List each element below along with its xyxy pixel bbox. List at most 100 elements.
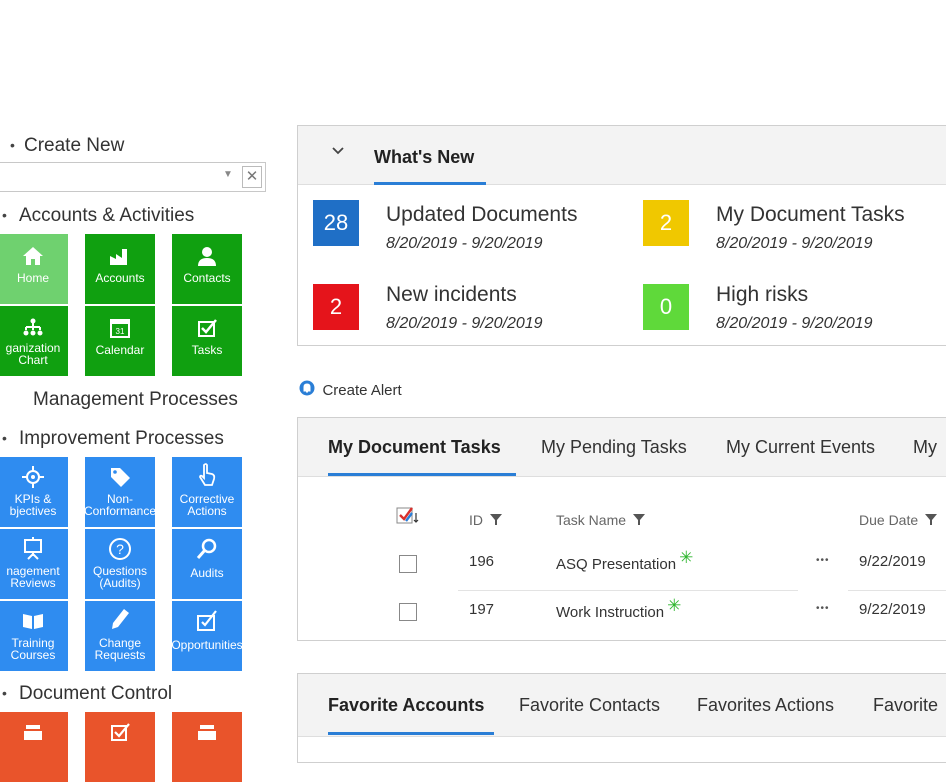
row-divider [458,590,798,591]
column-task-name[interactable]: Task Name [556,512,646,529]
document-control-header[interactable]: • Document Control [2,683,172,705]
clear-button[interactable]: ✕ [242,166,262,188]
alert-bell-icon [299,380,315,401]
tile-corrective-actions[interactable]: Corrective Actions [172,457,242,527]
tab-favorite-more[interactable]: Favorite [873,695,938,716]
tile-accounts[interactable]: Accounts [85,234,155,304]
tile-label: ganization Chart [5,341,61,367]
updated-documents-label[interactable]: Updated Documents [386,203,577,227]
filter-icon[interactable] [489,513,503,529]
create-new-combobox[interactable]: ▼ ✕ [0,162,266,192]
tile-label: Questions (Audits) [92,564,148,590]
section-label: Accounts & Activities [19,205,195,226]
new-incidents-count[interactable]: 2 [313,284,359,330]
tile-organization-chart[interactable]: ganization Chart [0,306,68,376]
easel-icon [0,535,68,563]
create-new-input[interactable] [3,167,217,189]
task-due-date: 9/22/2019 [859,553,926,570]
tab-my-document-tasks[interactable]: My Document Tasks [328,437,501,458]
dropdown-arrow-icon[interactable]: ▼ [223,169,233,180]
create-new-label: Create New [24,135,125,156]
printer-icon [172,718,242,746]
management-processes-header[interactable]: Management Processes [33,389,238,411]
tile-label: KPIs & bjectives [9,492,57,518]
checkbox-icon [172,314,242,342]
create-new-header[interactable]: • Create New [10,135,125,157]
high-risks-count[interactable]: 0 [643,284,689,330]
checklist-icon [172,607,242,635]
tasks-tabs: My Document Tasks My Pending Tasks My Cu… [298,418,946,477]
tab-my-current-events[interactable]: My Current Events [726,437,875,458]
target-icon [0,463,68,491]
tab-favorite-accounts[interactable]: Favorite Accounts [328,695,484,716]
high-risks-label[interactable]: High risks [716,283,808,307]
tasks-panel: My Document Tasks My Pending Tasks My Cu… [297,417,946,641]
tile-label: Opportunities [172,638,242,652]
improvement-processes-header[interactable]: • Improvement Processes [2,428,224,450]
tab-favorite-contacts[interactable]: Favorite Contacts [519,695,660,716]
tile-opportunities[interactable]: Opportunities [172,601,242,671]
tile-label: Training Courses [10,636,56,662]
tile-label: Audits [190,566,224,580]
tile-training-courses[interactable]: Training Courses [0,601,68,671]
row-checkbox[interactable] [399,555,417,573]
my-document-tasks-count[interactable]: 2 [643,200,689,246]
more-options-button[interactable]: ••• [816,603,830,614]
tile-document-2[interactable] [85,712,155,782]
create-alert-label: Create Alert [322,382,402,399]
column-id[interactable]: ID [469,512,503,529]
accounts-activities-header[interactable]: • Accounts & Activities [2,205,195,227]
tile-management-reviews[interactable]: nagement Reviews [0,529,68,599]
collapse-chevron-icon[interactable] [332,140,344,161]
tab-my-pending-tasks[interactable]: My Pending Tasks [541,437,687,458]
task-name-link[interactable]: Work Instruction ✳ [556,596,681,622]
filter-icon[interactable] [632,513,646,529]
more-options-button[interactable]: ••• [816,555,830,566]
tile-label: Accounts [95,271,145,285]
task-id: 196 [469,553,495,570]
updated-documents-dates: 8/20/2019 - 9/20/2019 [386,235,543,252]
question-circle-icon: ? [85,535,155,563]
new-incidents-label[interactable]: New incidents [386,283,517,307]
tag-icon [85,463,155,491]
tile-tasks[interactable]: Tasks [172,306,242,376]
tile-label: Change Requests [94,636,146,662]
printer-icon [0,718,68,746]
filter-icon[interactable] [924,513,938,529]
select-all-icon[interactable] [396,505,422,532]
svg-text:?: ? [116,541,124,557]
task-due-date: 9/22/2019 [859,601,926,618]
tab-favorites-actions[interactable]: Favorites Actions [697,695,834,716]
updated-documents-count[interactable]: 28 [313,200,359,246]
create-alert-link[interactable]: Create Alert [299,380,402,401]
tile-document-3[interactable] [172,712,242,782]
tile-contacts[interactable]: Contacts [172,234,242,304]
new-incidents-dates: 8/20/2019 - 9/20/2019 [386,315,543,332]
task-name-link[interactable]: ASQ Presentation ✳ [556,548,693,574]
high-risks-dates: 8/20/2019 - 9/20/2019 [716,315,873,332]
my-document-tasks-label[interactable]: My Document Tasks [716,203,905,227]
tile-calendar[interactable]: 31 Calendar [85,306,155,376]
column-due-date[interactable]: Due Date [859,512,938,529]
tile-label: Non- Conformance [85,492,155,518]
tile-kpis-objectives[interactable]: KPIs & bjectives [0,457,68,527]
tab-underline [328,473,516,476]
tile-audits[interactable]: Audits [172,529,242,599]
home-icon [0,242,68,270]
tab-my-more[interactable]: My [913,437,937,458]
tile-questions-audits[interactable]: ? Questions (Audits) [85,529,155,599]
tile-label: Contacts [183,271,231,285]
pencil-icon [85,605,155,633]
tile-non-conformance[interactable]: Non- Conformance [85,457,155,527]
section-label: Management Processes [33,389,238,410]
calendar-icon: 31 [85,314,155,342]
checkbox-icon [85,718,155,746]
tile-change-requests[interactable]: Change Requests [85,601,155,671]
row-checkbox[interactable] [399,603,417,621]
tile-home[interactable]: Home [0,234,68,304]
whats-new-title[interactable]: What's New [374,147,474,168]
tab-underline [328,732,494,735]
tile-label: nagement Reviews [6,564,60,590]
row-divider [848,590,946,591]
tile-document-1[interactable] [0,712,68,782]
